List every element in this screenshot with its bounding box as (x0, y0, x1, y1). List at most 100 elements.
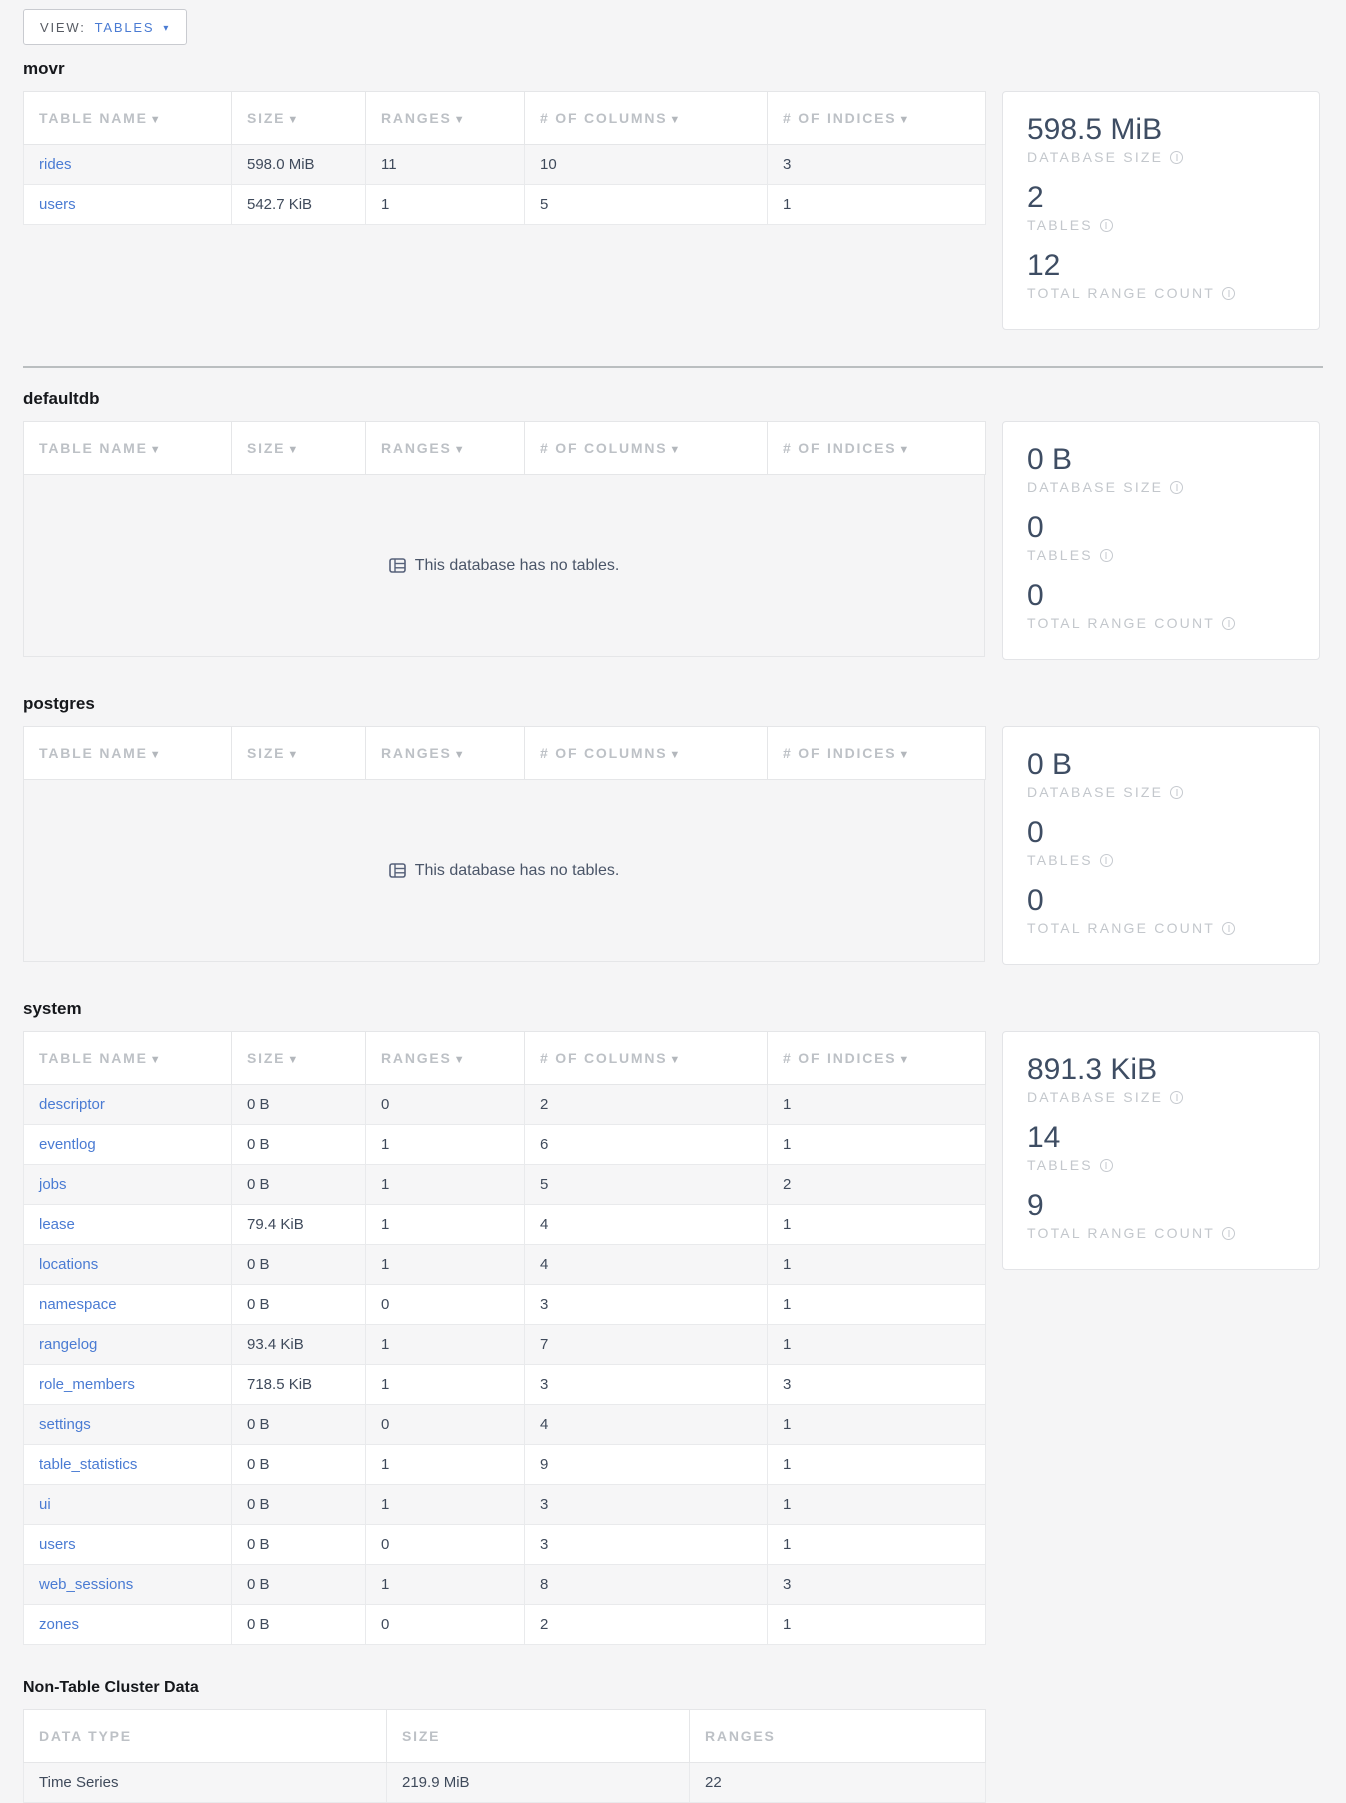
table-link[interactable]: rides (39, 156, 72, 173)
view-dropdown-value: TABLES (95, 20, 155, 35)
column-header-of-columns[interactable]: # OF COLUMNS▼ (525, 1032, 768, 1085)
column-header-of-indices[interactable]: # OF INDICES▼ (768, 92, 986, 145)
table-link[interactable]: settings (39, 1416, 91, 1433)
table-link[interactable]: locations (39, 1256, 98, 1273)
column-header-size[interactable]: SIZE▼ (232, 92, 366, 145)
column-header-label: # OF INDICES (783, 1050, 896, 1066)
info-icon[interactable] (1170, 786, 1183, 799)
column-header-ranges[interactable]: RANGES▼ (366, 727, 525, 780)
column-header-size[interactable]: SIZE▼ (232, 727, 366, 780)
non-table-heading: Non-Table Cluster Data (23, 1679, 1323, 1697)
stat-total-range-count: 12TOTAL RANGE COUNT (1027, 249, 1295, 301)
table-link[interactable]: eventlog (39, 1136, 96, 1153)
info-icon[interactable] (1222, 1227, 1235, 1240)
table-link[interactable]: users (39, 196, 76, 213)
indices-cell: 3 (768, 1565, 986, 1605)
columns-cell: 7 (525, 1325, 768, 1365)
empty-state: This database has no tables. (23, 780, 985, 962)
column-header-of-indices[interactable]: # OF INDICES▼ (768, 1032, 986, 1085)
column-header-of-indices[interactable]: # OF INDICES▼ (768, 727, 986, 780)
table-link[interactable]: role_members (39, 1376, 135, 1393)
column-header-size[interactable]: SIZE▼ (232, 1032, 366, 1085)
size-cell: 0 B (232, 1445, 366, 1485)
column-header-label: SIZE (247, 1050, 285, 1066)
table-link[interactable]: descriptor (39, 1096, 105, 1113)
stat-label: TOTAL RANGE COUNT (1027, 920, 1295, 936)
column-header-ranges[interactable]: RANGES (690, 1710, 986, 1763)
stat-value: 0 B (1027, 443, 1295, 477)
stat-value: 0 (1027, 511, 1295, 545)
info-icon[interactable] (1170, 151, 1183, 164)
ranges-cell: 1 (366, 1125, 525, 1165)
table-link[interactable]: jobs (39, 1176, 67, 1193)
column-header-of-indices[interactable]: # OF INDICES▼ (768, 422, 986, 475)
column-header-size[interactable]: SIZE (387, 1710, 690, 1763)
column-header-table-name[interactable]: TABLE NAME▼ (24, 92, 232, 145)
database-tables-table: TABLE NAME▼SIZE▼RANGES▼# OF COLUMNS▼# OF… (23, 726, 985, 962)
column-header-of-columns[interactable]: # OF COLUMNS▼ (525, 727, 768, 780)
column-header-of-columns[interactable]: # OF COLUMNS▼ (525, 92, 768, 145)
stat-label-text: TABLES (1027, 852, 1093, 868)
ranges-cell: 1 (366, 1205, 525, 1245)
info-icon[interactable] (1170, 481, 1183, 494)
caret-down-icon: ▾ (163, 23, 170, 34)
non-table-cluster-data-section: Non-Table Cluster Data DATA TYPESIZERANGE… (23, 1679, 1323, 1803)
table-header-row: DATA TYPESIZERANGES (24, 1710, 986, 1763)
ranges-cell: 0 (366, 1405, 525, 1445)
info-icon[interactable] (1170, 1091, 1183, 1104)
info-icon[interactable] (1222, 287, 1235, 300)
table-header-row: TABLE NAME▼SIZE▼RANGES▼# OF COLUMNS▼# OF… (24, 727, 986, 780)
columns-cell: 10 (525, 145, 768, 185)
stat-label: TABLES (1027, 217, 1295, 233)
stat-value: 2 (1027, 181, 1295, 215)
info-icon[interactable] (1222, 922, 1235, 935)
column-header-size[interactable]: SIZE▼ (232, 422, 366, 475)
empty-message: This database has no tables. (415, 862, 620, 880)
view-dropdown[interactable]: VIEW: TABLES ▾ (23, 9, 187, 45)
column-header-data-type[interactable]: DATA TYPE (24, 1710, 387, 1763)
table-name-cell: eventlog (24, 1125, 232, 1165)
columns-cell: 2 (525, 1605, 768, 1645)
column-header-label: # OF COLUMNS (540, 745, 667, 761)
ranges-cell: 1 (366, 1165, 525, 1205)
columns-cell: 2 (525, 1085, 768, 1125)
stat-label: DATABASE SIZE (1027, 1089, 1295, 1105)
table-link[interactable]: web_sessions (39, 1576, 133, 1593)
column-header-label: SIZE (247, 440, 285, 456)
info-icon[interactable] (1100, 1159, 1113, 1172)
column-header-of-columns[interactable]: # OF COLUMNS▼ (525, 422, 768, 475)
ranges-cell: 0 (366, 1285, 525, 1325)
indices-cell: 3 (768, 145, 986, 185)
table-link[interactable]: lease (39, 1216, 75, 1233)
size-cell: 93.4 KiB (232, 1325, 366, 1365)
column-header-label: SIZE (247, 745, 285, 761)
column-header-table-name[interactable]: TABLE NAME▼ (24, 1032, 232, 1085)
table-grid-icon (389, 863, 406, 878)
table-link[interactable]: users (39, 1536, 76, 1553)
info-icon[interactable] (1100, 854, 1113, 867)
sort-caret-icon: ▼ (669, 1054, 682, 1066)
table-row: eventlog0 B161 (24, 1125, 986, 1165)
stat-label-text: TABLES (1027, 547, 1093, 563)
ranges-cell: 1 (366, 1365, 525, 1405)
stat-label: TABLES (1027, 852, 1295, 868)
table-name-cell: web_sessions (24, 1565, 232, 1605)
column-header-label: RANGES (381, 110, 452, 126)
column-header-ranges[interactable]: RANGES▼ (366, 1032, 525, 1085)
column-header-table-name[interactable]: TABLE NAME▼ (24, 727, 232, 780)
info-icon[interactable] (1100, 549, 1113, 562)
table-link[interactable]: ui (39, 1496, 51, 1513)
database-tables-table: TABLE NAME▼SIZE▼RANGES▼# OF COLUMNS▼# OF… (23, 1031, 985, 1645)
size-cell: 219.9 MiB (387, 1763, 690, 1803)
table-link[interactable]: zones (39, 1616, 79, 1633)
table-link[interactable]: namespace (39, 1296, 117, 1313)
info-icon[interactable] (1222, 617, 1235, 630)
table-link[interactable]: table_statistics (39, 1456, 137, 1473)
table-row: users0 B031 (24, 1525, 986, 1565)
table-link[interactable]: rangelog (39, 1336, 97, 1353)
info-icon[interactable] (1100, 219, 1113, 232)
column-header-ranges[interactable]: RANGES▼ (366, 422, 525, 475)
column-header-table-name[interactable]: TABLE NAME▼ (24, 422, 232, 475)
indices-cell: 3 (768, 1365, 986, 1405)
column-header-ranges[interactable]: RANGES▼ (366, 92, 525, 145)
